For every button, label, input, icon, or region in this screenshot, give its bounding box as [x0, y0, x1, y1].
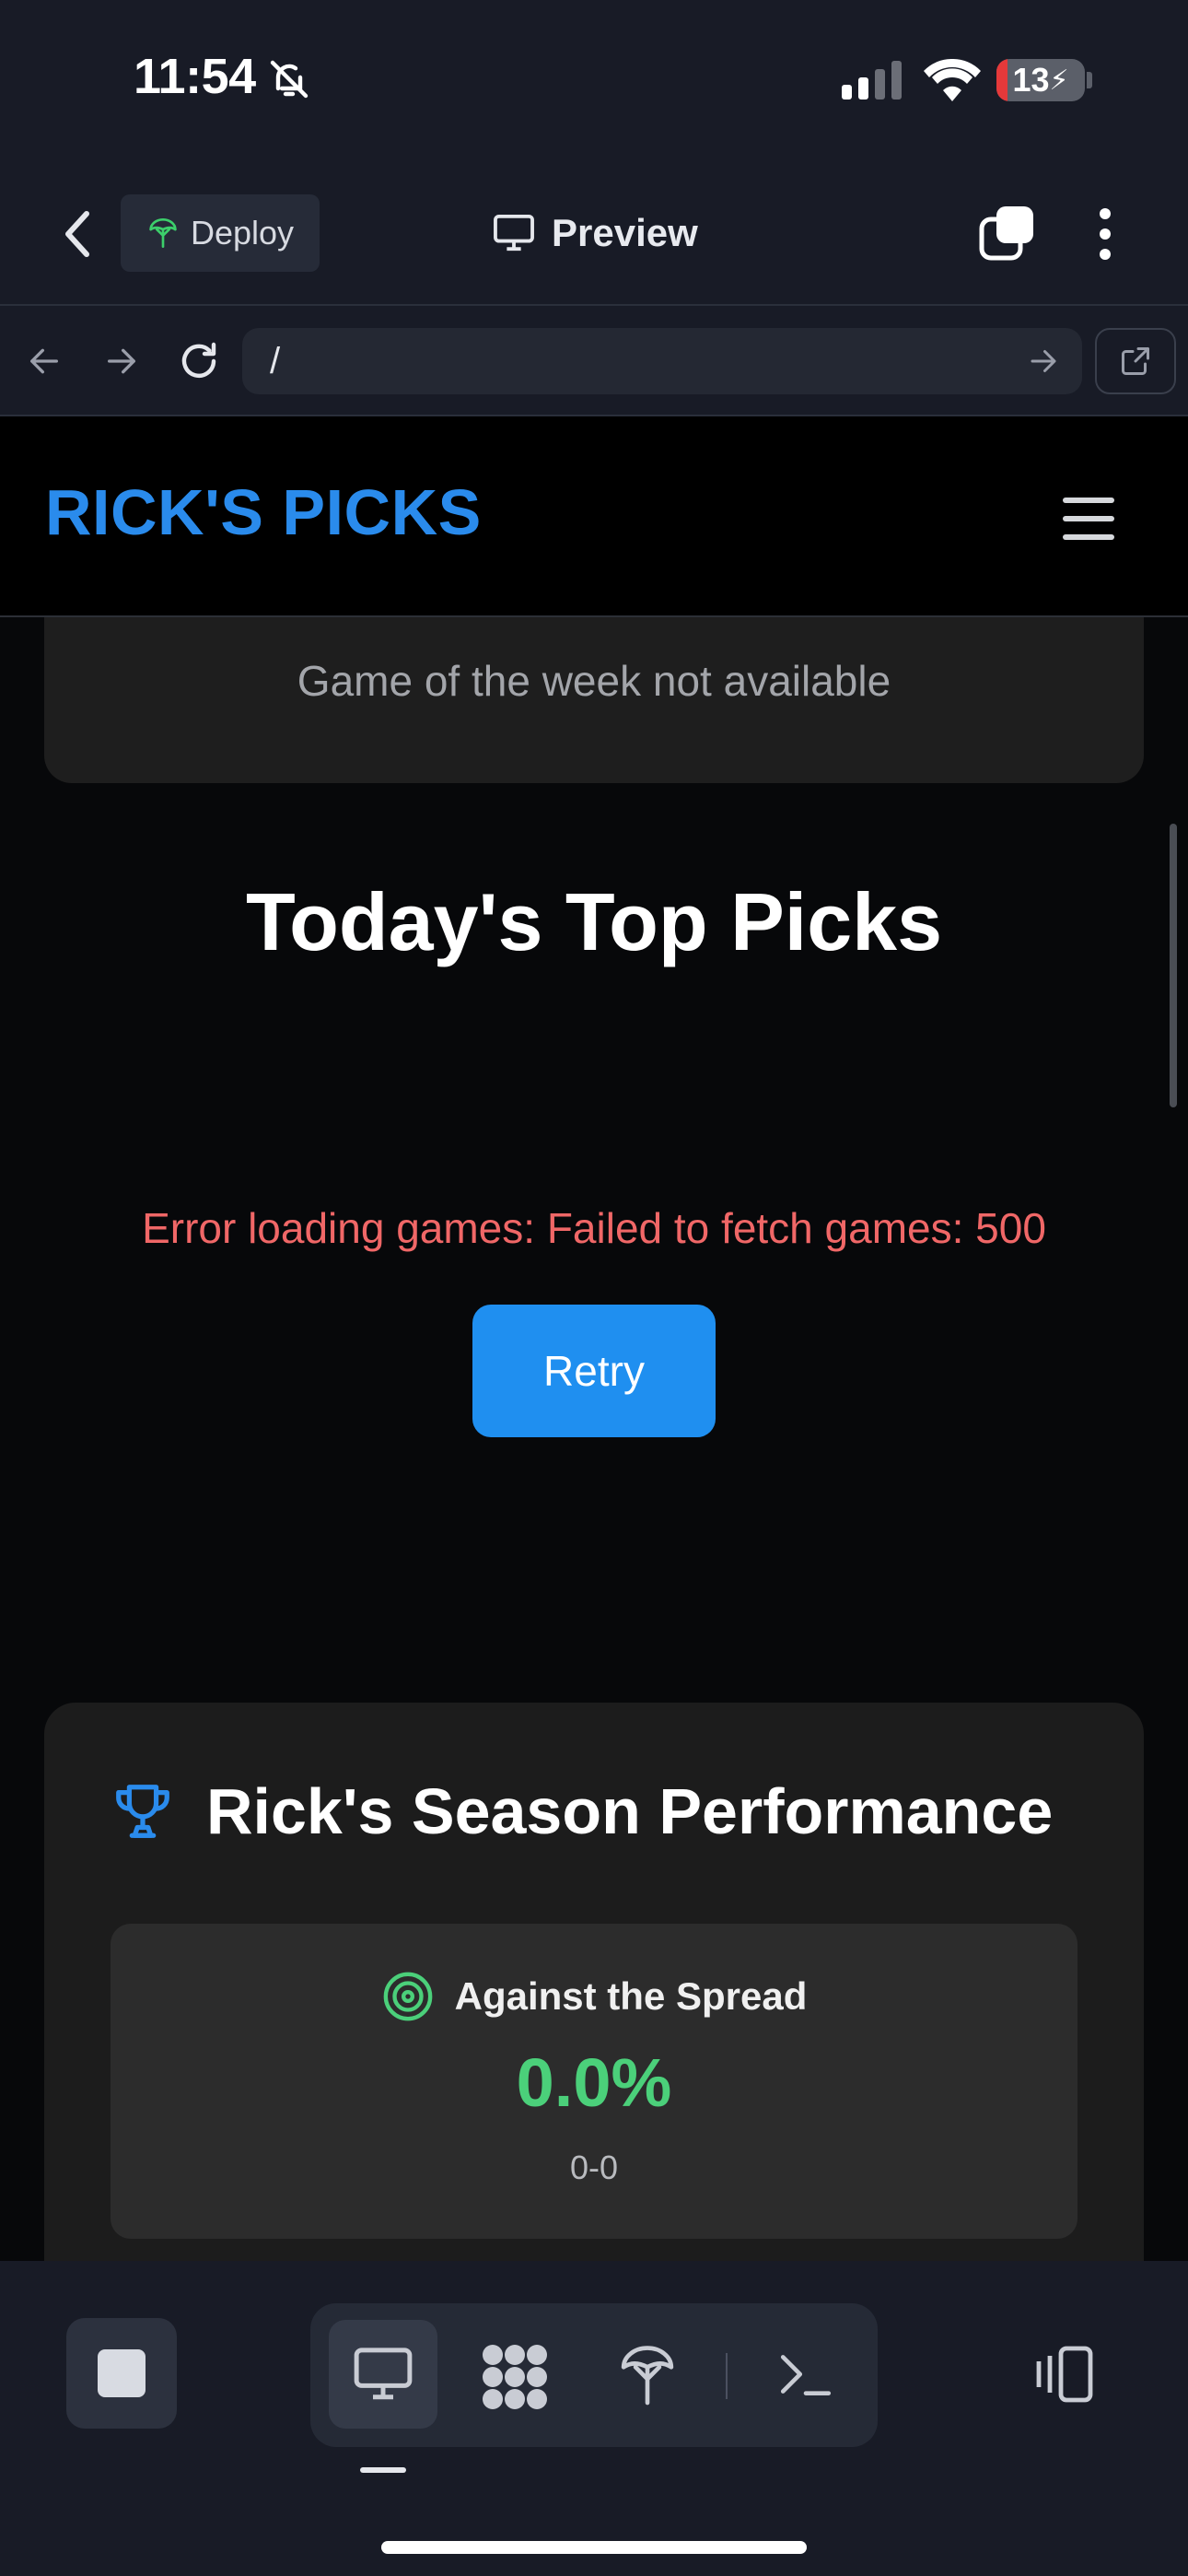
monitor-icon: [493, 214, 535, 252]
url-text: /: [270, 340, 281, 381]
home-indicator[interactable]: [381, 2541, 807, 2554]
arrow-right-icon[interactable]: [103, 343, 140, 380]
preview-label: Preview: [552, 211, 698, 254]
url-input[interactable]: /: [242, 328, 1082, 394]
deploy-label: Deploy: [191, 214, 295, 252]
more-vertical-icon[interactable]: [1098, 206, 1112, 262]
battery-charging-icon: 13 ⚡: [996, 59, 1085, 101]
performance-title-row: Rick's Season Performance: [111, 1774, 1053, 1848]
ats-record: 0-0: [569, 2149, 619, 2186]
top-picks-heading: Today's Top Picks: [245, 876, 943, 967]
deploy-icon: [148, 217, 178, 250]
status-time: 11:54: [134, 49, 256, 104]
terminal-icon[interactable]: [777, 2349, 834, 2399]
open-external-button[interactable]: [1095, 328, 1176, 394]
arrow-left-icon[interactable]: [26, 343, 63, 380]
site-logo[interactable]: RICK'S PICKS: [45, 475, 482, 549]
go-arrow-icon[interactable]: [1027, 345, 1060, 378]
site-navbar: RICK'S PICKS: [0, 416, 1188, 617]
scrollbar-thumb[interactable]: [1170, 824, 1177, 1107]
stop-icon: [98, 2349, 146, 2397]
tabs-icon[interactable]: [978, 203, 1037, 262]
active-tab-indicator: [360, 2467, 406, 2473]
back-chevron-icon[interactable]: [59, 208, 96, 260]
monitor-icon[interactable]: [353, 2346, 413, 2403]
wifi-icon: [924, 59, 981, 101]
target-icon: [381, 1970, 435, 2023]
retry-button[interactable]: Retry: [472, 1305, 716, 1437]
performance-title: Rick's Season Performance: [206, 1775, 1054, 1847]
deploy-icon[interactable]: [619, 2340, 676, 2408]
app-top-chrome: 11:54 13 ⚡ Deploy Preview /: [0, 0, 1188, 416]
cellular-signal-icon: [842, 61, 903, 100]
ats-label: Against the Spread: [454, 1974, 808, 2018]
stop-button[interactable]: [66, 2318, 177, 2429]
preview-tab[interactable]: Preview: [493, 205, 698, 262]
workflow-icon[interactable]: [480, 2342, 550, 2412]
toolbar-separator: [726, 2353, 728, 2399]
battery-cap: [1087, 72, 1092, 88]
reload-icon[interactable]: [177, 339, 221, 383]
layout-switch-icon[interactable]: [1031, 2342, 1098, 2406]
deploy-button[interactable]: Deploy: [121, 194, 320, 272]
game-of-the-week-message: Game of the week not available: [297, 657, 891, 705]
battery-level: 13: [1012, 61, 1050, 99]
hamburger-menu-icon[interactable]: [1063, 498, 1114, 553]
error-message: Error loading games: Failed to fetch gam…: [142, 1204, 1046, 1252]
ats-percentage: 0.0%: [516, 2044, 672, 2121]
header-divider: [0, 304, 1188, 306]
ats-label-row: Against the Spread: [0, 1970, 1188, 2023]
bell-slash-icon: [267, 57, 311, 101]
trophy-icon: [111, 1779, 175, 1844]
external-link-icon: [1119, 345, 1152, 378]
